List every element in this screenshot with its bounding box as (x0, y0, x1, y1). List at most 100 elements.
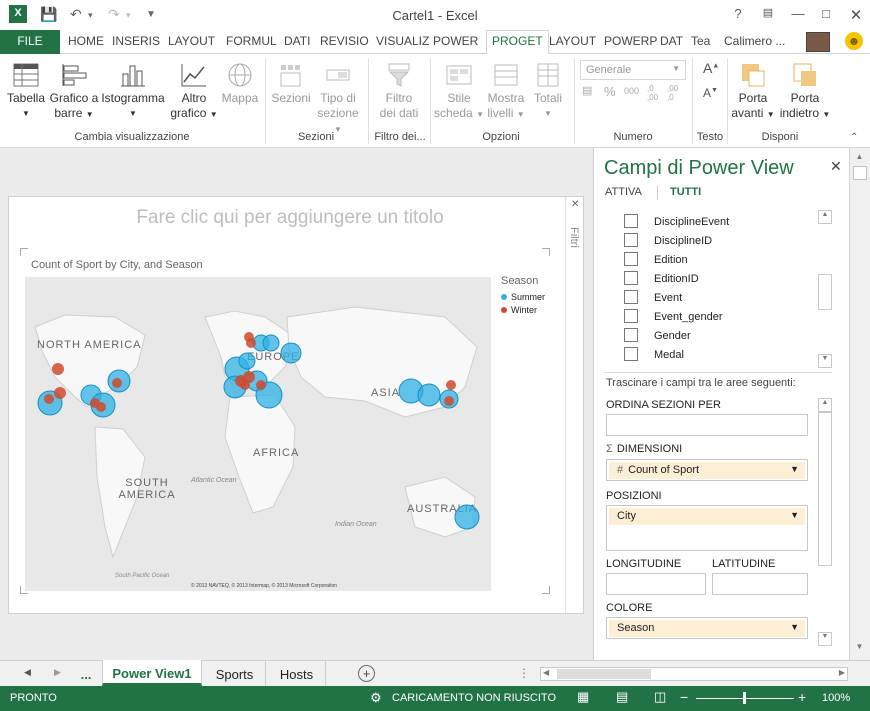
user-name[interactable]: Calimero ... (724, 34, 785, 48)
field-name[interactable]: Medal (654, 349, 684, 361)
sort-tiles-well[interactable] (606, 414, 808, 436)
world-map[interactable]: NORTH AMERICA SOUTH AMERICA EUROPE AFRIC… (25, 277, 491, 591)
bubble-summer[interactable] (238, 352, 256, 370)
field-name[interactable]: Event_gender (654, 311, 723, 323)
vertical-scrollbar[interactable]: ▲ ▼ (849, 148, 870, 660)
color-well[interactable]: Season ▼ (606, 617, 808, 639)
bubble-winter[interactable] (246, 338, 256, 348)
help-icon[interactable]: ? (728, 6, 748, 24)
collapse-ribbon-icon[interactable]: ⌃ (850, 132, 858, 143)
sheet-ellipsis[interactable]: ... (76, 661, 96, 687)
field-checkbox[interactable] (624, 233, 638, 247)
close-icon[interactable]: ✕ (846, 6, 866, 24)
minimize-icon[interactable]: — (788, 6, 808, 24)
column-chart-button[interactable]: Istogramma ▼ (100, 62, 166, 121)
bubble-summer[interactable] (454, 504, 480, 530)
zoom-slider-thumb[interactable] (743, 692, 746, 704)
color-field-chip[interactable]: Season ▼ (609, 620, 805, 637)
percent-format-icon[interactable]: % (604, 84, 616, 99)
tab-data-2[interactable]: DAT (660, 34, 683, 48)
map-button[interactable]: Mappa (220, 62, 260, 106)
field-checkbox[interactable] (624, 347, 638, 361)
tab-layout[interactable]: LAYOUT (168, 34, 215, 48)
bubble-summer[interactable] (262, 334, 280, 352)
bubble-winter[interactable] (446, 380, 456, 390)
currency-format-icon[interactable]: ▤ (582, 84, 592, 97)
field-name[interactable]: Event (654, 292, 682, 304)
tab-design[interactable]: PROGET (486, 30, 549, 55)
tab-power[interactable]: POWER (433, 34, 478, 48)
maximize-icon[interactable]: □ (816, 6, 836, 24)
chevron-down-icon[interactable]: ▼ (790, 622, 799, 632)
tab-powerpivot[interactable]: POWERP (604, 34, 657, 48)
page-break-icon[interactable]: ◫ (654, 689, 666, 705)
tile-type-button[interactable]: Tipo di sezione ▼ (314, 62, 362, 137)
tab-view[interactable]: VISUALIZ (376, 34, 429, 48)
field-checkbox[interactable] (624, 271, 638, 285)
scroll-down-icon[interactable]: ▼ (852, 642, 867, 654)
scroll-up-icon[interactable]: ▲ (818, 210, 832, 224)
split-handle-icon[interactable]: ⋮ (518, 666, 530, 680)
field-checkbox[interactable] (624, 252, 638, 266)
other-chart-button[interactable]: Altro grafico ▼ (168, 62, 220, 122)
tab-data[interactable]: DATI (284, 34, 310, 48)
tab-layout-2[interactable]: LAYOUT (549, 34, 596, 48)
scroll-up-icon[interactable]: ▲ (818, 398, 832, 412)
chevron-down-icon[interactable]: ▼ (790, 464, 799, 474)
size-field-chip[interactable]: # Count of Sport ▼ (609, 462, 805, 479)
sheet-tab-power-view1[interactable]: Power View1 (102, 660, 202, 686)
field-name[interactable]: Gender (654, 330, 691, 342)
bar-chart-button[interactable]: Grafico a barre ▼ (48, 62, 100, 122)
ribbon-display-icon[interactable]: ▤ (758, 6, 778, 24)
scroll-thumb[interactable] (853, 166, 867, 180)
zoom-slider[interactable] (696, 692, 794, 704)
horizontal-scrollbar[interactable]: ◀ ▶ (540, 667, 848, 681)
prev-sheet-icon[interactable]: ◀ (24, 667, 31, 678)
normal-view-icon[interactable]: ▦ (577, 689, 589, 705)
scroll-down-icon[interactable]: ▼ (818, 354, 832, 368)
field-checkbox[interactable] (624, 290, 638, 304)
bubble-winter[interactable] (54, 387, 66, 399)
collapse-filters-icon[interactable]: ✕ (571, 199, 579, 210)
tab-file[interactable]: FILE (0, 30, 60, 54)
field-name[interactable]: EditionID (654, 273, 699, 285)
show-levels-button[interactable]: Mostra livelli ▼ (484, 62, 528, 122)
thousands-format-icon[interactable]: 000 (624, 86, 639, 96)
table-button[interactable]: Tabella ▼ (4, 62, 48, 121)
bubble-summer[interactable] (280, 342, 302, 364)
smiley-feedback-icon[interactable]: ☻ (845, 32, 863, 50)
scroll-up-icon[interactable]: ▲ (852, 152, 867, 164)
bring-forward-button[interactable]: Porta avanti ▼ (730, 62, 776, 122)
sheet-tab-hosts[interactable]: Hosts (268, 661, 326, 687)
add-sheet-icon[interactable]: + (358, 665, 375, 682)
location-field-chip[interactable]: City ▼ (609, 508, 805, 525)
bubble-winter[interactable] (444, 396, 454, 406)
tab-team[interactable]: Tea (691, 34, 710, 48)
filter-button[interactable]: Filtro dei dati (374, 62, 424, 121)
field-name[interactable]: DisciplineID (654, 235, 712, 247)
status-load-error[interactable]: CARICAMENTO NON RIUSCITO (392, 692, 556, 704)
field-checkbox[interactable] (624, 328, 638, 342)
scroll-thumb[interactable] (818, 274, 832, 310)
locations-well[interactable]: City ▼ (606, 505, 808, 551)
tab-home[interactable]: HOME (68, 34, 104, 48)
chevron-down-icon[interactable]: ▼ (790, 510, 799, 520)
bubble-winter[interactable] (256, 380, 266, 390)
totals-button[interactable]: Totali ▼ (528, 62, 568, 121)
field-checkbox[interactable] (624, 214, 638, 228)
bubble-winter[interactable] (112, 378, 122, 388)
tab-all-fields[interactable]: TUTTI (670, 186, 701, 198)
bubble-winter[interactable] (52, 363, 64, 375)
bubble-winter[interactable] (240, 380, 250, 390)
field-name[interactable]: DisciplineEvent (654, 216, 729, 228)
scroll-thumb[interactable] (818, 412, 832, 566)
tab-formulas[interactable]: FORMUL (226, 34, 277, 48)
page-layout-icon[interactable]: ▤ (616, 689, 628, 705)
scroll-thumb[interactable] (557, 669, 651, 679)
scroll-down-icon[interactable]: ▼ (818, 632, 832, 646)
decrease-font-icon[interactable]: A▼ (703, 86, 718, 100)
close-pane-icon[interactable]: ✕ (830, 158, 842, 175)
zoom-level[interactable]: 100% (822, 692, 850, 704)
field-name[interactable]: Edition (654, 254, 688, 266)
field-list-scrollbar[interactable]: ▲ ▼ (818, 210, 832, 368)
